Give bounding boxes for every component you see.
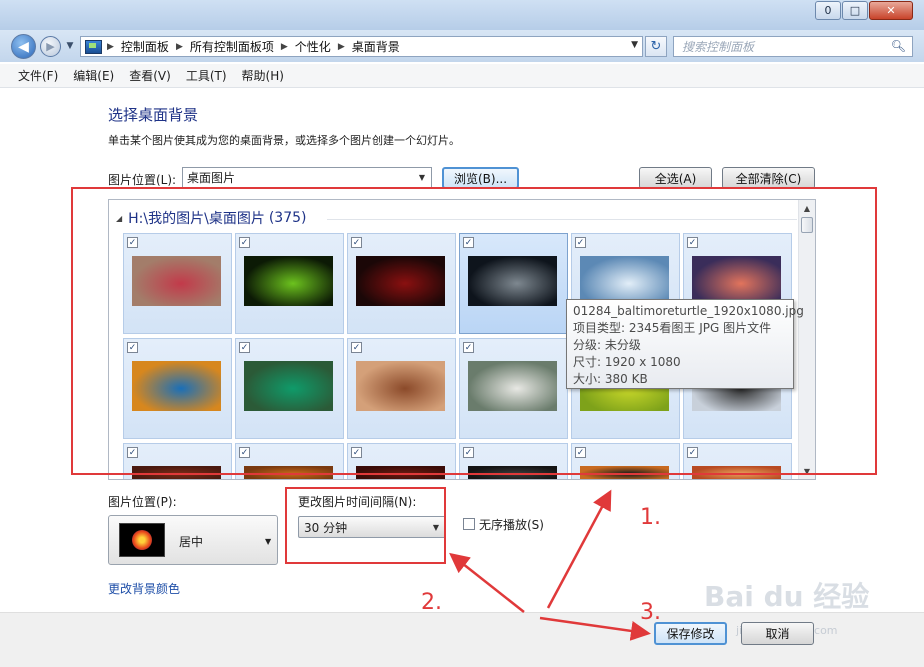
annotation-arrow-to-gallery (546, 489, 612, 609)
breadcrumb-personalization[interactable]: 个性化 (295, 38, 331, 55)
annotation-number-3: 3. (640, 600, 661, 625)
minimize-button[interactable]: 0 (815, 1, 841, 20)
breadcrumb-desktop-background[interactable]: 桌面背景 (352, 38, 400, 55)
cancel-button[interactable]: 取消 (741, 622, 814, 645)
shuffle-checkbox[interactable] (463, 518, 475, 530)
menu-help[interactable]: 帮助(H) (242, 67, 284, 84)
page-description: 单击某个图片使其成为您的桌面背景，或选择多个图片创建一个幻灯片。 (108, 134, 460, 147)
chevron-down-icon: ▼ (66, 41, 74, 51)
menu-edit[interactable]: 编辑(E) (73, 67, 114, 84)
search-icon[interactable]: 🔍︎ (891, 39, 906, 53)
recent-pages-button[interactable]: ▼ (64, 38, 76, 54)
back-arrow-icon: ◀ (18, 38, 29, 55)
back-button[interactable]: ◀ (11, 34, 36, 59)
change-background-color-link[interactable]: 更改背景颜色 (108, 580, 180, 597)
save-changes-button[interactable]: 保存修改 (654, 622, 727, 645)
breadcrumb-control-panel[interactable]: 控制面板 (121, 38, 169, 55)
breadcrumb-separator[interactable]: ▶ (107, 42, 114, 52)
picture-position-label: 图片位置(P): (108, 495, 177, 509)
annotation-box-gallery (71, 187, 877, 475)
chevron-down-icon: ▼ (265, 537, 272, 546)
breadcrumb-all-items[interactable]: 所有控制面板项 (190, 38, 274, 55)
menu-file[interactable]: 文件(F) (18, 67, 58, 84)
refresh-icon: ↻ (650, 39, 662, 54)
address-dropdown-icon[interactable]: ▼ (631, 40, 638, 50)
breadcrumb-separator[interactable]: ▶ (338, 42, 345, 52)
picture-position-select[interactable]: 居中 ▼ (108, 515, 278, 565)
annotation-number-1: 1. (640, 505, 661, 530)
search-input[interactable]: 搜索控制面板 🔍︎ (673, 36, 913, 57)
menu-view[interactable]: 查看(V) (129, 67, 171, 84)
control-panel-icon (85, 39, 102, 54)
breadcrumb-separator[interactable]: ▶ (176, 42, 183, 52)
title-bar (0, 0, 924, 30)
chevron-down-icon: ▼ (418, 173, 425, 182)
picture-position-value: 居中 (179, 535, 204, 549)
baidu-watermark-logo: Bai du 经验 (704, 580, 870, 613)
annotation-arrow-to-interval (449, 552, 525, 613)
forward-arrow-icon: ▶ (46, 40, 55, 53)
annotation-number-2: 2. (421, 590, 442, 615)
page-title: 选择桌面背景 (108, 106, 199, 124)
clear-all-button[interactable]: 全部清除(C) (722, 167, 815, 189)
maximize-button[interactable]: □ (842, 1, 868, 20)
breadcrumb-separator[interactable]: ▶ (281, 42, 288, 52)
menu-bar: 文件(F) 编辑(E) 查看(V) 工具(T) 帮助(H) (0, 64, 924, 88)
browse-button[interactable]: 浏览(B)... (442, 167, 519, 189)
position-preview-thumbnail (119, 523, 165, 557)
search-placeholder: 搜索控制面板 (682, 40, 755, 54)
picture-location-select[interactable]: 桌面图片 ▼ (182, 167, 432, 188)
picture-location-label: 图片位置(L): (108, 173, 177, 187)
menu-tools[interactable]: 工具(T) (186, 67, 227, 84)
refresh-button[interactable]: ↻ (645, 36, 667, 57)
shuffle-label[interactable]: 无序播放(S) (479, 516, 544, 533)
picture-location-value: 桌面图片 (187, 171, 236, 185)
close-button[interactable]: ✕ (869, 1, 913, 20)
select-all-button[interactable]: 全选(A) (639, 167, 712, 189)
forward-button[interactable]: ▶ (40, 36, 61, 57)
annotation-box-interval (285, 487, 446, 564)
address-bar[interactable]: ▶ 控制面板 ▶ 所有控制面板项 ▶ 个性化 ▶ 桌面背景 ▼ (80, 36, 643, 57)
